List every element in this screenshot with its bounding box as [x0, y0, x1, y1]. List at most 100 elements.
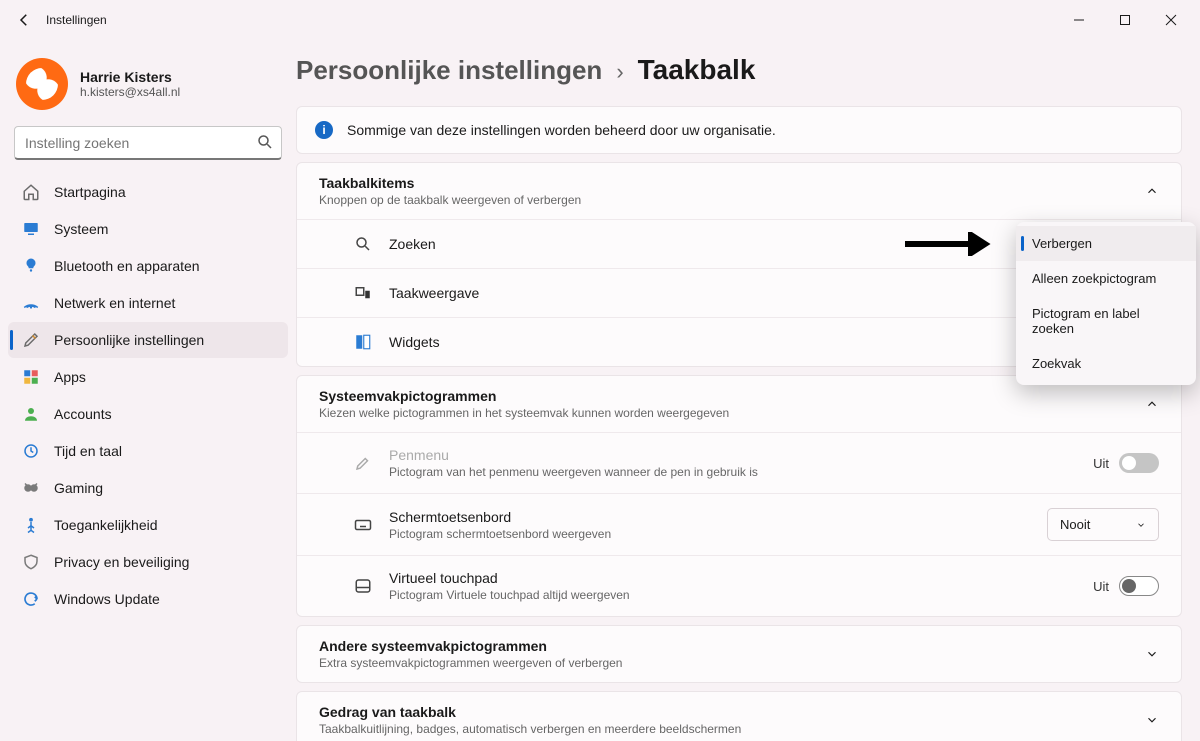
sidebar: Harrie Kisters h.kisters@xs4all.nl Start… — [0, 40, 296, 741]
sidebar-item-accounts[interactable]: Accounts — [8, 396, 288, 432]
row-label: Virtueel touchpad — [389, 570, 1077, 586]
nav-icon — [22, 590, 40, 608]
pen-icon — [353, 453, 373, 473]
window-title: Instellingen — [46, 13, 107, 27]
avatar — [16, 58, 68, 110]
nav-label: Netwerk en internet — [54, 295, 175, 311]
section-systray: Systeemvakpictogrammen Kiezen welke pict… — [296, 375, 1182, 617]
section-other-systray: Andere systeemvakpictogrammen Extra syst… — [296, 625, 1182, 683]
profile-email: h.kisters@xs4all.nl — [80, 85, 180, 99]
window-maximize-button[interactable] — [1102, 4, 1148, 36]
section-taskbar-behavior: Gedrag van taakbalk Taakbalkuitlijning, … — [296, 691, 1182, 741]
touch-keyboard-select[interactable]: Nooit — [1047, 508, 1159, 541]
nav-icon — [22, 516, 40, 534]
nav-icon — [22, 331, 40, 349]
window-close-button[interactable] — [1148, 4, 1194, 36]
nav-icon — [22, 553, 40, 571]
page-title: Taakbalk — [638, 54, 756, 86]
nav-label: Toegankelijkheid — [54, 517, 158, 533]
section-subtitle: Extra systeemvakpictogrammen weergeven o… — [319, 656, 622, 670]
chevron-down-icon — [1145, 647, 1159, 661]
row-label: Penmenu — [389, 447, 1077, 463]
window-minimize-button[interactable] — [1056, 4, 1102, 36]
search-input[interactable] — [14, 126, 282, 160]
section-title: Gedrag van taakbalk — [319, 704, 741, 720]
select-value: Nooit — [1060, 517, 1090, 532]
chevron-down-icon — [1145, 713, 1159, 727]
sidebar-item-network[interactable]: Netwerk en internet — [8, 285, 288, 321]
dropdown-item[interactable]: Pictogram en label zoeken — [1016, 296, 1196, 346]
nav-label: Bluetooth en apparaten — [54, 258, 200, 274]
section-subtitle: Taakbalkuitlijning, badges, automatisch … — [319, 722, 741, 736]
row-pen-menu: Penmenu Pictogram van het penmenu weerge… — [297, 432, 1181, 493]
section-other-systray-header[interactable]: Andere systeemvakpictogrammen Extra syst… — [297, 626, 1181, 682]
annotation-arrow-icon — [905, 232, 1005, 256]
nav-label: Gaming — [54, 480, 103, 496]
breadcrumb-parent[interactable]: Persoonlijke instellingen — [296, 55, 602, 86]
row-sublabel: Pictogram van het penmenu weergeven wann… — [389, 465, 1077, 479]
chevron-right-icon: › — [616, 59, 623, 85]
touchpad-icon — [353, 576, 373, 596]
nav-icon — [22, 220, 40, 238]
section-taskbar-behavior-header[interactable]: Gedrag van taakbalk Taakbalkuitlijning, … — [297, 692, 1181, 741]
sidebar-item-time-language[interactable]: Tijd en taal — [8, 433, 288, 469]
widgets-icon — [353, 332, 373, 352]
section-title: Systeemvakpictogrammen — [319, 388, 729, 404]
sidebar-item-bluetooth[interactable]: Bluetooth en apparaten — [8, 248, 288, 284]
toggle-state-label: Uit — [1093, 579, 1109, 594]
back-button[interactable] — [10, 6, 38, 34]
sidebar-item-windows-update[interactable]: Windows Update — [8, 581, 288, 617]
search-mode-dropdown: VerbergenAlleen zoekpictogramPictogram e… — [1016, 222, 1196, 385]
pen-menu-toggle — [1119, 453, 1159, 473]
chevron-up-icon — [1145, 397, 1159, 411]
sidebar-item-privacy[interactable]: Privacy en beveiliging — [8, 544, 288, 580]
profile-name: Harrie Kisters — [80, 69, 180, 85]
virtual-touchpad-toggle[interactable] — [1119, 576, 1159, 596]
sidebar-item-system[interactable]: Systeem — [8, 211, 288, 247]
sidebar-item-accessibility[interactable]: Toegankelijkheid — [8, 507, 288, 543]
nav-label: Apps — [54, 369, 86, 385]
sidebar-item-personalization[interactable]: Persoonlijke instellingen — [8, 322, 288, 358]
keyboard-icon — [353, 515, 373, 535]
nav-icon — [22, 442, 40, 460]
nav-label: Persoonlijke instellingen — [54, 332, 204, 348]
nav-icon — [22, 294, 40, 312]
sidebar-item-gaming[interactable]: Gaming — [8, 470, 288, 506]
nav-label: Startpagina — [54, 184, 126, 200]
row-virtual-touchpad: Virtueel touchpad Pictogram Virtuele tou… — [297, 555, 1181, 616]
profile-block[interactable]: Harrie Kisters h.kisters@xs4all.nl — [8, 50, 288, 126]
row-sublabel: Pictogram schermtoetsenbord weergeven — [389, 527, 1031, 541]
row-label: Schermtoetsenbord — [389, 509, 1031, 525]
dropdown-item[interactable]: Verbergen — [1016, 226, 1196, 261]
nav-icon — [22, 405, 40, 423]
content-area: Persoonlijke instellingen › Taakbalk i S… — [296, 40, 1200, 741]
section-subtitle: Kiezen welke pictogrammen in het systeem… — [319, 406, 729, 420]
section-title: Andere systeemvakpictogrammen — [319, 638, 622, 654]
nav-label: Windows Update — [54, 591, 160, 607]
dropdown-item[interactable]: Alleen zoekpictogram — [1016, 261, 1196, 296]
banner-text: Sommige van deze instellingen worden beh… — [347, 122, 776, 138]
nav-icon — [22, 183, 40, 201]
toggle-state-label: Uit — [1093, 456, 1109, 471]
search-icon — [256, 133, 274, 154]
nav-label: Accounts — [54, 406, 112, 422]
section-title: Taakbalkitems — [319, 175, 581, 191]
nav-icon — [22, 479, 40, 497]
nav-label: Systeem — [54, 221, 108, 237]
dropdown-item[interactable]: Zoekvak — [1016, 346, 1196, 381]
org-managed-banner: i Sommige van deze instellingen worden b… — [296, 106, 1182, 154]
nav-label: Tijd en taal — [54, 443, 122, 459]
search-icon — [353, 234, 373, 254]
chevron-down-icon — [1136, 520, 1146, 530]
chevron-up-icon — [1145, 184, 1159, 198]
nav-icon — [22, 368, 40, 386]
nav-label: Privacy en beveiliging — [54, 554, 189, 570]
sidebar-item-home[interactable]: Startpagina — [8, 174, 288, 210]
row-sublabel: Pictogram Virtuele touchpad altijd weerg… — [389, 588, 1077, 602]
nav-icon — [22, 257, 40, 275]
row-touch-keyboard: Schermtoetsenbord Pictogram schermtoetse… — [297, 493, 1181, 555]
sidebar-item-apps[interactable]: Apps — [8, 359, 288, 395]
info-icon: i — [315, 121, 333, 139]
section-taskbar-items-header[interactable]: Taakbalkitems Knoppen op de taakbalk wee… — [297, 163, 1181, 219]
breadcrumb: Persoonlijke instellingen › Taakbalk — [296, 54, 1182, 86]
